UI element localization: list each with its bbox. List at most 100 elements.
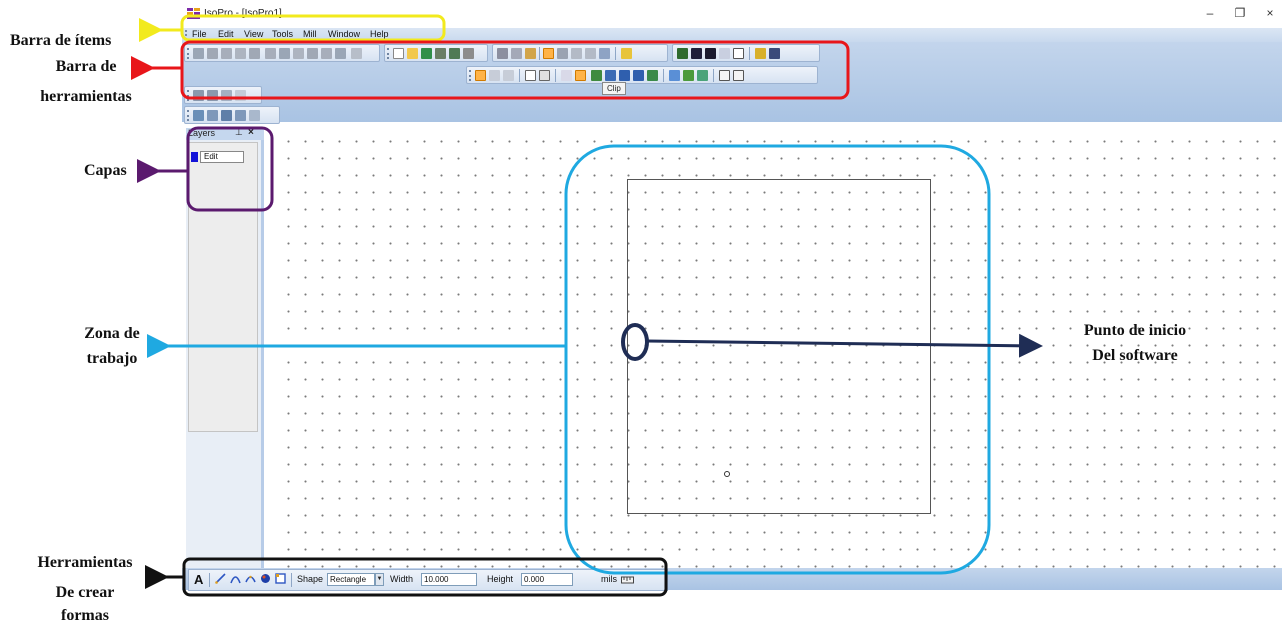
box-select-icon[interactable]	[525, 70, 536, 81]
cursor-icon[interactable]	[207, 90, 218, 101]
bulb-icon[interactable]	[193, 110, 204, 121]
layer-color-swatch[interactable]	[191, 152, 198, 162]
grid-icon[interactable]	[335, 48, 346, 59]
toolbar-annotation-line1: Barra de	[55, 58, 117, 75]
window-title: IsoPro - [IsoPro1]	[204, 8, 282, 19]
select-cross-icon[interactable]	[543, 48, 554, 59]
target-icon[interactable]	[719, 70, 730, 81]
fill-icon[interactable]	[279, 48, 290, 59]
save-icon[interactable]	[421, 48, 432, 59]
distribute-icon[interactable]	[265, 48, 276, 59]
crosshair-icon[interactable]	[207, 110, 218, 121]
layer-name[interactable]: Edit	[200, 151, 244, 163]
circle-tool-icon[interactable]	[260, 573, 271, 584]
line-icon[interactable]	[207, 48, 218, 59]
pin-panel-icon[interactable]: ⊥	[235, 127, 243, 138]
trace-icon[interactable]	[221, 48, 232, 59]
minimize-button[interactable]: –	[1202, 6, 1218, 20]
zoom-fit-icon[interactable]	[599, 48, 610, 59]
help-icon[interactable]	[755, 48, 766, 59]
toolbar-grip[interactable]	[187, 48, 189, 59]
toolbar-area	[182, 42, 1282, 124]
chart-icon[interactable]	[591, 70, 602, 81]
zoom-out-icon[interactable]	[585, 48, 596, 59]
misc-toolbar	[184, 86, 262, 104]
export-icon[interactable]	[449, 48, 460, 59]
pin-icon[interactable]	[193, 90, 204, 101]
menu-grip[interactable]	[185, 30, 187, 40]
undo-icon[interactable]	[489, 70, 500, 81]
route-icon[interactable]	[605, 70, 616, 81]
menu-help[interactable]: Help	[370, 29, 389, 39]
properties-icon[interactable]	[697, 70, 708, 81]
restore-button[interactable]: ❐	[1232, 6, 1248, 20]
pad-icon[interactable]	[293, 48, 304, 59]
group-icon[interactable]	[539, 70, 550, 81]
menu-mill[interactable]: Mill	[303, 29, 317, 39]
width-input[interactable]: 10.000	[421, 573, 477, 586]
layers-icon[interactable]	[677, 48, 688, 59]
toolbar-grip[interactable]	[187, 90, 189, 101]
toolbar-grip[interactable]	[469, 70, 471, 81]
redo-icon[interactable]	[503, 70, 514, 81]
clip-icon[interactable]	[575, 70, 586, 81]
height-input[interactable]: 0.000	[521, 573, 573, 586]
drill-path-icon[interactable]	[235, 110, 246, 121]
units-ruler-icon[interactable]	[621, 574, 634, 585]
rotate-ccw-icon[interactable]	[633, 70, 644, 81]
import-icon[interactable]	[435, 48, 446, 59]
origin-annotation-line1: Punto de inicio	[1083, 322, 1187, 339]
clip-tooltip: Clip	[602, 82, 626, 95]
window-icon[interactable]	[733, 48, 744, 59]
paste-icon[interactable]	[525, 48, 536, 59]
context-help-icon[interactable]	[769, 48, 780, 59]
pan-icon[interactable]	[557, 48, 568, 59]
rotate-cw-icon[interactable]	[619, 70, 630, 81]
flip-icon[interactable]	[647, 70, 658, 81]
drop-icon[interactable]	[235, 90, 246, 101]
toolbar-grip[interactable]	[187, 110, 189, 121]
drill-icon[interactable]	[307, 48, 318, 59]
file-toolbar	[384, 44, 488, 62]
layer-item[interactable]: Edit	[191, 151, 253, 163]
mirror-icon[interactable]	[235, 48, 246, 59]
menu-window[interactable]: Window	[328, 29, 360, 39]
close-button[interactable]: ×	[1262, 6, 1278, 20]
menu-tools[interactable]: Tools	[272, 29, 293, 39]
print-icon[interactable]	[463, 48, 474, 59]
open-folder-icon[interactable]	[407, 48, 418, 59]
frame-icon[interactable]	[221, 90, 232, 101]
snap-icon[interactable]	[351, 48, 362, 59]
eraser-icon[interactable]	[561, 70, 572, 81]
text-tool-button[interactable]: A	[194, 572, 203, 587]
height-label: Height	[487, 574, 514, 584]
cut-icon[interactable]	[497, 48, 508, 59]
node-icon[interactable]	[669, 70, 680, 81]
toolbar-grip[interactable]	[387, 48, 389, 59]
menu-edit[interactable]: Edit	[218, 29, 234, 39]
shape-select[interactable]: Rectangle	[327, 573, 375, 586]
layer-front-icon[interactable]	[691, 48, 702, 59]
move-icon[interactable]	[193, 48, 204, 59]
select-icon[interactable]	[475, 70, 486, 81]
ruler-icon[interactable]	[621, 48, 632, 59]
layer-back-icon[interactable]	[705, 48, 716, 59]
edit-layer-icon[interactable]	[719, 48, 730, 59]
copy-icon[interactable]	[511, 48, 522, 59]
mill-icon[interactable]	[221, 110, 232, 121]
arc-three-point-icon[interactable]	[245, 573, 256, 584]
preview-icon[interactable]	[249, 110, 260, 121]
chevron-down-icon[interactable]: ▼	[375, 573, 384, 586]
align-icon[interactable]	[249, 48, 260, 59]
tree-icon[interactable]	[683, 70, 694, 81]
rectangle-tool-icon[interactable]	[275, 573, 286, 584]
menu-file[interactable]: File	[192, 29, 207, 39]
close-panel-icon[interactable]: ×	[248, 127, 254, 138]
text-icon[interactable]	[321, 48, 332, 59]
line-tool-icon[interactable]	[215, 573, 226, 584]
origin-icon[interactable]	[733, 70, 744, 81]
arc-tool-icon[interactable]	[230, 573, 241, 584]
new-file-icon[interactable]	[393, 48, 404, 59]
menu-view[interactable]: View	[244, 29, 263, 39]
zoom-in-icon[interactable]	[571, 48, 582, 59]
